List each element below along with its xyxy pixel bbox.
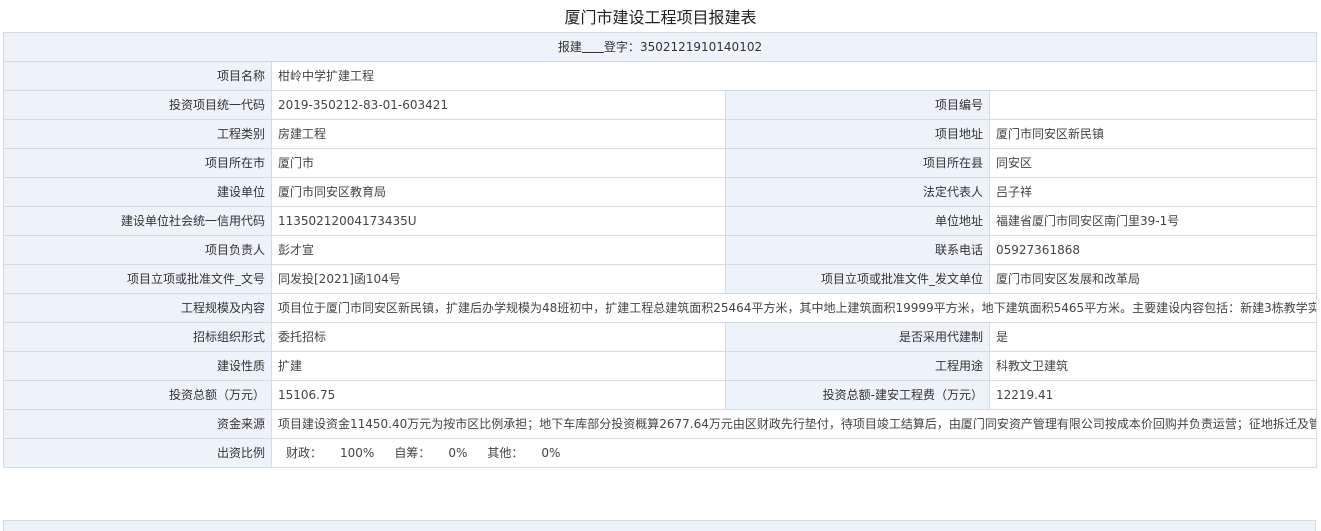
registration-blank [581, 38, 604, 53]
leader-value: 彭才宣 [271, 235, 726, 265]
agent-system-value: 是 [989, 322, 1317, 352]
table-row: 投资项目统一代码 2019-350212-83-01-603421 项目编号 [3, 90, 1317, 120]
funding-label: 资金来源 [3, 409, 272, 439]
ratio-value-cell: 财政： 100% 自筹： 0% 其他： 0% [271, 438, 1317, 468]
funding-value: 项目建设资金11450.40万元为按市区比例承担；地下车库部分投资概算2677.… [271, 409, 1317, 439]
unit-address-label: 单位地址 [725, 206, 990, 236]
table-row: 招标组织形式 委托招标 是否采用代建制 是 [3, 322, 1317, 352]
category-value: 房建工程 [271, 119, 726, 149]
install-cost-value: 12219.41 [989, 380, 1317, 410]
table-row: 投资总额（万元） 15106.75 投资总额-建安工程费（万元） 12219.4… [3, 380, 1317, 410]
usage-label: 工程用途 [725, 351, 990, 381]
nature-label: 建设性质 [3, 351, 272, 381]
registration-number: 3502121910140102 [639, 40, 763, 54]
table-row: 工程类别 房建工程 项目地址 厦门市同安区新民镇 [3, 119, 1317, 149]
project-name-label: 项目名称 [3, 61, 272, 91]
legal-rep-value: 吕子祥 [989, 177, 1317, 207]
table-row: 建设单位社会统一信用代码 11350212004173435U 单位地址 福建省… [3, 206, 1317, 236]
ratio-self-label: 自筹： [394, 446, 431, 460]
total-invest-label: 投资总额（万元） [3, 380, 272, 410]
project-name-value: 柑岭中学扩建工程 [271, 61, 1317, 91]
credit-code-value: 11350212004173435U [271, 206, 726, 236]
table-row: 建设性质 扩建 工程用途 科教文卫建筑 [3, 351, 1317, 381]
invest-code-value: 2019-350212-83-01-603421 [271, 90, 726, 120]
builder-value: 厦门市同安区教育局 [271, 177, 726, 207]
ratio-other-label: 其他： [487, 446, 524, 460]
registration-number-cell: 报建 登字：3502121910140102 [3, 32, 1317, 62]
invest-code-label: 投资项目统一代码 [3, 90, 272, 120]
table-row: 出资比例 财政： 100% 自筹： 0% 其他： 0% [3, 438, 1317, 468]
county-label: 项目所在县 [725, 148, 990, 178]
install-cost-label: 投资总额-建安工程费（万元） [725, 380, 990, 410]
leader-label: 项目负责人 [3, 235, 272, 265]
approval-org-label: 项目立项或批准文件_发文单位 [725, 264, 990, 294]
table-row: 项目名称 柑岭中学扩建工程 [3, 61, 1317, 91]
page-title: 厦门市建设工程项目报建表 [564, 8, 757, 27]
registration-prefix: 报建 [557, 40, 582, 54]
table-row: 资金来源 项目建设资金11450.40万元为按市区比例承担；地下车库部分投资概算… [3, 409, 1317, 439]
ratio-label: 出资比例 [3, 438, 272, 468]
city-label: 项目所在市 [3, 148, 272, 178]
table-row: 建设单位 厦门市同安区教育局 法定代表人 吕子祥 [3, 177, 1317, 207]
bid-form-value: 委托招标 [271, 322, 726, 352]
ratio-other-value: 0% [541, 446, 561, 460]
agent-system-label: 是否采用代建制 [725, 322, 990, 352]
builder-label: 建设单位 [3, 177, 272, 207]
total-invest-value: 15106.75 [271, 380, 726, 410]
bid-form-label: 招标组织形式 [3, 322, 272, 352]
table-row: 项目所在市 厦门市 项目所在县 同安区 [3, 148, 1317, 178]
ratio-finance-label: 财政： [286, 446, 323, 460]
phone-label: 联系电话 [725, 235, 990, 265]
approval-doc-label: 项目立项或批准文件_文号 [3, 264, 272, 294]
table-footer-strip [3, 520, 1316, 531]
approval-doc-value: 同发投[2021]函104号 [271, 264, 726, 294]
scale-value: 项目位于厦门市同安区新民镇，扩建后办学规模为48班初中，扩建工程总建筑面积254… [271, 293, 1317, 323]
registration-row: 报建 登字：3502121910140102 [3, 32, 1317, 62]
table-row: 工程规模及内容 项目位于厦门市同安区新民镇，扩建后办学规模为48班初中，扩建工程… [3, 293, 1317, 323]
address-label: 项目地址 [725, 119, 990, 149]
address-value: 厦门市同安区新民镇 [989, 119, 1317, 149]
scale-label: 工程规模及内容 [3, 293, 272, 323]
county-value: 同安区 [989, 148, 1317, 178]
unit-address-value: 福建省厦门市同安区南门里39-1号 [989, 206, 1317, 236]
project-no-label: 项目编号 [725, 90, 990, 120]
ratio-finance-value: 100% [340, 446, 375, 460]
project-no-value [989, 90, 1317, 120]
table-row: 项目负责人 彭才宣 联系电话 05927361868 [3, 235, 1317, 265]
table-row: 项目立项或批准文件_文号 同发投[2021]函104号 项目立项或批准文件_发文… [3, 264, 1317, 294]
credit-code-label: 建设单位社会统一信用代码 [3, 206, 272, 236]
category-label: 工程类别 [3, 119, 272, 149]
usage-value: 科教文卫建筑 [989, 351, 1317, 381]
nature-value: 扩建 [271, 351, 726, 381]
legal-rep-label: 法定代表人 [725, 177, 990, 207]
phone-value: 05927361868 [989, 235, 1317, 265]
ratio-self-value: 0% [448, 446, 468, 460]
approval-org-value: 厦门市同安区发展和改革局 [989, 264, 1317, 294]
city-value: 厦门市 [271, 148, 726, 178]
project-registration-table: 报建 登字：3502121910140102 项目名称 柑岭中学扩建工程 投资项目… [3, 32, 1317, 468]
registration-suffix: 登字： [603, 40, 640, 54]
